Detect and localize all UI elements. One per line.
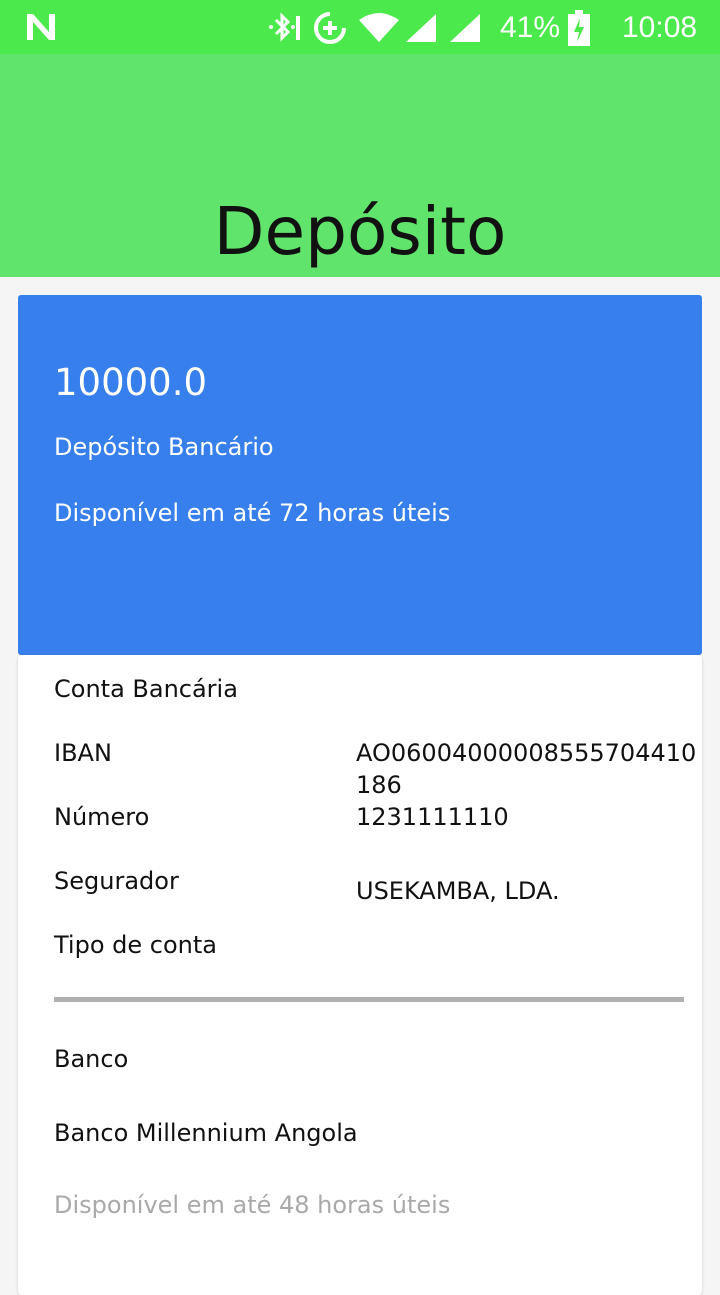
page-title: Depósito xyxy=(213,193,507,270)
bank-name: Banco Millennium Angola xyxy=(54,1119,358,1147)
battery-charging-icon xyxy=(568,10,590,46)
insurer-label: Segurador xyxy=(54,867,179,895)
bank-details-card: Conta Bancária IBAN AO060040000085557044… xyxy=(18,655,702,1295)
iban-value: AO06004000008555704410186 xyxy=(356,739,697,799)
signal-icon xyxy=(406,14,436,42)
data-saver-icon xyxy=(314,12,346,44)
n-icon xyxy=(27,14,55,40)
signal-icon xyxy=(450,14,480,42)
deposit-method: Depósito Bancário xyxy=(54,433,274,461)
status-bar: 41% 10:08 xyxy=(0,0,720,54)
deposit-amount: 10000.0 xyxy=(54,361,208,404)
account-number-value: 1231111110 xyxy=(356,803,509,831)
divider xyxy=(54,997,684,1002)
insurer-value: USEKAMBA, LDA. xyxy=(356,877,560,905)
wifi-icon xyxy=(359,13,399,42)
bluetooth-icon xyxy=(269,12,300,42)
clock: 10:08 xyxy=(622,11,698,44)
account-number-label: Número xyxy=(54,803,150,831)
battery-percent: 41% xyxy=(500,11,561,44)
deposit-availability: Disponível em até 72 horas úteis xyxy=(54,499,451,527)
deposit-summary-card: 10000.0 Depósito Bancário Disponível em … xyxy=(18,295,702,655)
app-header: Depósito xyxy=(0,54,720,277)
bank-label: Banco xyxy=(54,1045,129,1073)
iban-label: IBAN xyxy=(54,739,112,767)
bank-availability: Disponível em até 48 horas úteis xyxy=(54,1191,451,1219)
bank-account-section-title: Conta Bancária xyxy=(54,675,238,703)
account-type-label: Tipo de conta xyxy=(54,931,217,959)
